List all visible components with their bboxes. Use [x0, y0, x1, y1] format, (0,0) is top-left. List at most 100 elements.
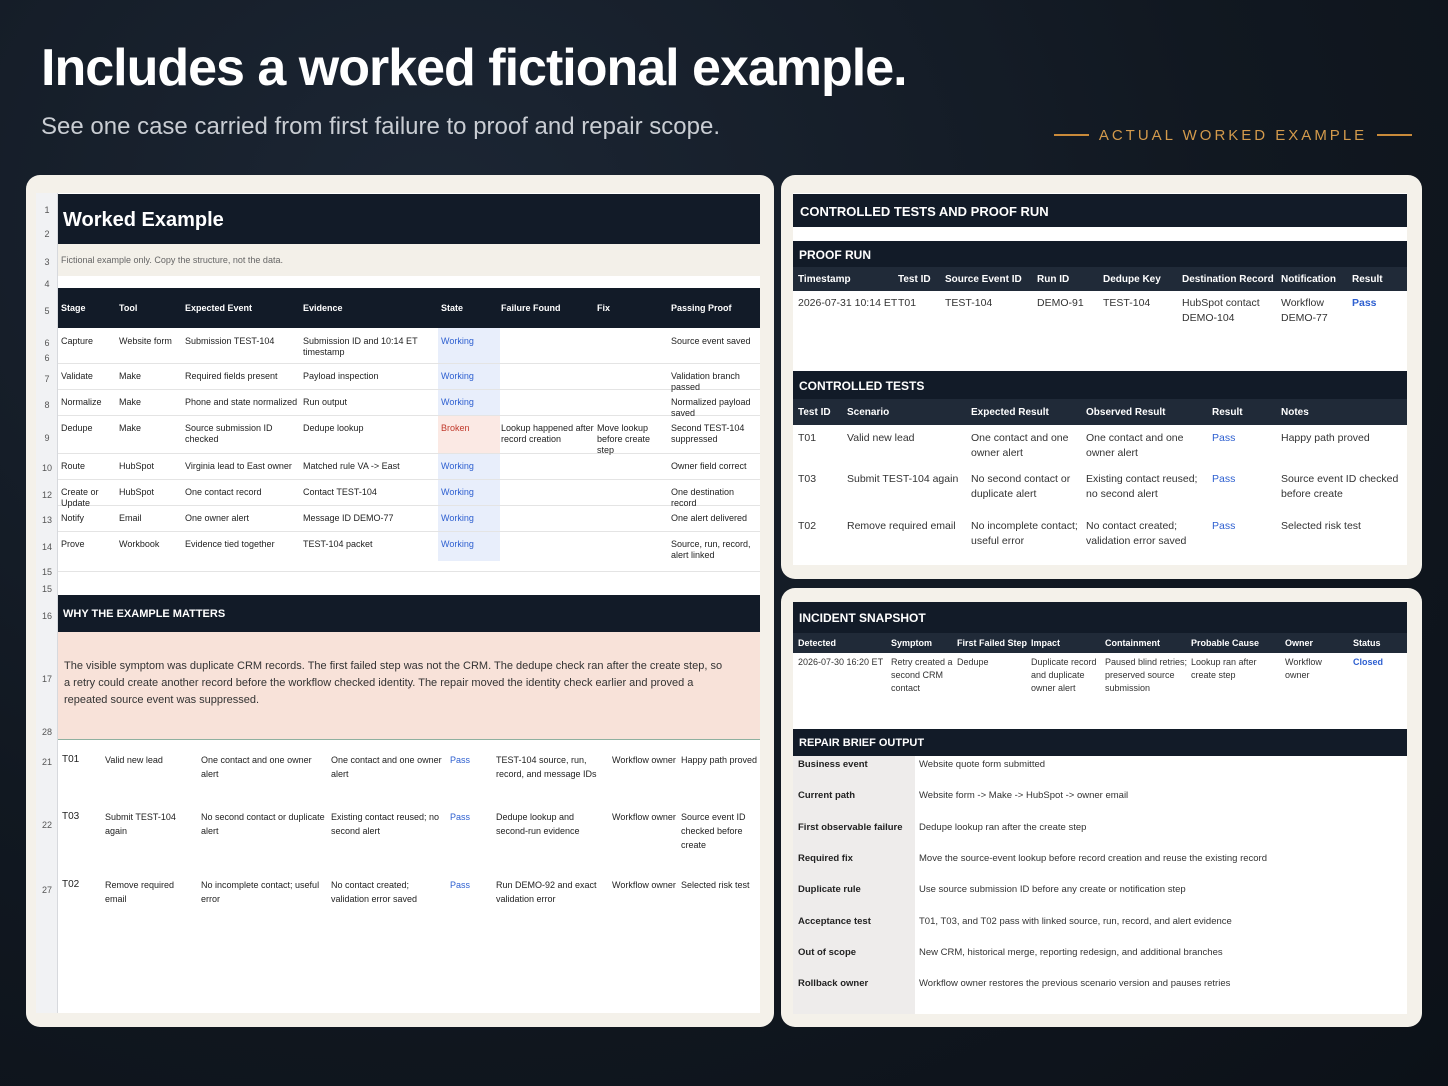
cell-tool: Make	[119, 371, 142, 381]
cell-expected-event: One contact record	[185, 487, 262, 497]
worksheet-note: Fictional example only. Copy the structu…	[61, 255, 283, 265]
incident-card: INCIDENT SNAPSHOT Detected Symptom First F…	[781, 588, 1422, 1027]
test-cell: Happy path proved	[681, 755, 758, 765]
test-cell: Source event ID checked before create	[681, 812, 746, 850]
cell-state: Working	[441, 487, 474, 497]
incident-column-header-cell: Owner	[1285, 638, 1314, 648]
ct-column-header-cell: Observed Result	[1086, 407, 1166, 418]
row-number: 15	[41, 584, 52, 594]
ct-column-header: Test ID Scenario Expected Result Observed R…	[793, 399, 1407, 425]
cell-passing-proof: Second TEST-104 suppressed	[671, 423, 745, 444]
column-header: Expected Event	[185, 303, 253, 313]
proof-column-header-cell: Dedupe Key	[1103, 274, 1161, 285]
ct-cell: Valid new lead	[847, 432, 915, 444]
cell-state: Working	[441, 513, 474, 523]
repair-label: Rollback owner	[798, 978, 869, 990]
proof-heading: PROOF RUN	[799, 248, 871, 262]
cell-state: Broken	[441, 423, 470, 433]
stage-table-header: Stage Tool Expected Event Evidence State Fail…	[58, 288, 760, 328]
cell-stage: Validate	[61, 371, 93, 381]
ct-heading: CONTROLLED TESTS	[799, 379, 925, 393]
repair-value: T01, T03, and T02 pass with linked sourc…	[919, 915, 1232, 927]
ct-cell: Submit TEST-104 again	[847, 473, 959, 485]
test-cell: T02	[62, 879, 80, 890]
tests-title-bar: CONTROLLED TESTS AND PROOF RUN	[793, 194, 1407, 227]
incident-cell: Dedupe	[957, 657, 989, 667]
row-number: 9	[44, 433, 50, 443]
cell-passing-proof: Source event saved	[671, 336, 751, 346]
worksheet: 1 2 3 4 5 6 6 7 8 9 10 12 13 14 15 15 16 17 28 21 22 27 Worke…	[36, 193, 760, 1013]
test-cell: Selected risk test	[681, 880, 750, 890]
row-number: 4	[44, 279, 50, 289]
repair-label: First observable failure	[798, 821, 903, 833]
cell-passing-proof: Validation branch passed	[671, 371, 740, 392]
proof-column-header-cell: Run ID	[1037, 274, 1070, 285]
test-cell: Dedupe lookup and second-run evidence	[496, 812, 580, 836]
incident-cell: 2026-07-30 16:20 ET	[798, 657, 884, 667]
cell-stage: Capture	[61, 336, 94, 346]
ct-cell: No incomplete contact; useful error	[971, 520, 1078, 547]
row-divider	[58, 415, 760, 416]
section-tag: ACTUAL WORKED EXAMPLE	[1054, 124, 1413, 146]
repair-label: Acceptance test	[798, 915, 871, 927]
why-callout: The visible symptom was duplicate CRM re…	[58, 632, 760, 740]
cell-evidence: Matched rule VA -> East	[303, 461, 400, 471]
repair-value: Workflow owner restores the previous sce…	[919, 978, 1231, 990]
proof-cell: 2026-07-31 10:14 ET	[798, 297, 898, 309]
ct-column-header-cell: Test ID	[798, 407, 831, 418]
row-number: 14	[41, 542, 52, 552]
ct-cell: Pass	[1212, 520, 1236, 532]
cell-tool: Workbook	[119, 539, 160, 549]
row-number: 22	[41, 820, 52, 830]
ct-heading-bar: CONTROLLED TESTS	[793, 371, 1407, 399]
test-cell: Pass	[450, 812, 471, 822]
repair-heading: REPAIR BRIEF OUTPUT	[799, 737, 925, 749]
worksheet-card: 1 2 3 4 5 6 6 7 8 9 10 12 13 14 15 15 16 17 28 21 22 27 Worke…	[26, 175, 774, 1027]
column-header: Tool	[119, 303, 138, 313]
tag-line-left	[1054, 134, 1089, 136]
cell-stage: Notify	[61, 513, 85, 523]
repair-label: Business event	[798, 759, 868, 770]
proof-cell: TEST-104	[1103, 297, 1151, 309]
cell-evidence: Contact TEST-104	[303, 487, 377, 497]
page-title: Includes a worked fictional example.	[41, 39, 908, 97]
row-number: 12	[41, 490, 52, 500]
ct-column-header-cell: Result	[1212, 407, 1243, 418]
repair-label: Duplicate rule	[798, 884, 861, 896]
note-row: Fictional example only. Copy the structu…	[58, 244, 760, 276]
cell-failure-found: Lookup happened after record creation	[501, 423, 594, 444]
row-number: 27	[41, 885, 52, 895]
cell-tool: HubSpot	[119, 461, 155, 471]
test-cell: Workflow owner	[612, 812, 676, 822]
incident-column-header-cell: Detected	[798, 638, 837, 648]
tag-label: ACTUAL WORKED EXAMPLE	[1098, 126, 1368, 144]
test-cell: Remove required email	[105, 880, 175, 904]
incident-cell: Closed	[1353, 657, 1384, 667]
cell-state: Working	[441, 539, 474, 549]
repair-label: Out of scope	[798, 946, 857, 958]
repair-value: Website quote form submitted	[919, 759, 1046, 770]
test-cell: One contact and one owner alert	[201, 755, 312, 779]
proof-cell: DEMO-91	[1037, 297, 1084, 309]
column-header: Failure Found	[501, 303, 561, 313]
row-divider	[58, 363, 760, 364]
row-divider	[58, 571, 760, 572]
cell-evidence: Message ID DEMO-77	[303, 513, 394, 523]
row-divider	[58, 479, 760, 480]
cell-expected-event: One owner alert	[185, 513, 250, 523]
proof-column-header-cell: Destination Record	[1182, 274, 1274, 285]
row-number: 13	[41, 515, 52, 525]
cell-state: Working	[441, 371, 474, 381]
column-header: Fix	[597, 303, 611, 313]
ct-cell: Happy path proved	[1281, 432, 1370, 444]
row-number: 17	[41, 674, 52, 684]
cell-stage: Route	[61, 461, 86, 471]
row-divider	[58, 389, 760, 390]
why-heading-bar: WHY THE EXAMPLE MATTERS	[58, 595, 760, 632]
incident-title: INCIDENT SNAPSHOT	[799, 611, 926, 625]
repair-label: Required fix	[798, 852, 853, 864]
ct-cell: One contact and one owner alert	[971, 432, 1069, 459]
why-text: The visible symptom was duplicate CRM re…	[64, 660, 723, 706]
tests-card: CONTROLLED TESTS AND PROOF RUN PROOF RUN…	[781, 175, 1422, 579]
repair-value: Dedupe lookup ran after the create step	[919, 821, 1087, 833]
